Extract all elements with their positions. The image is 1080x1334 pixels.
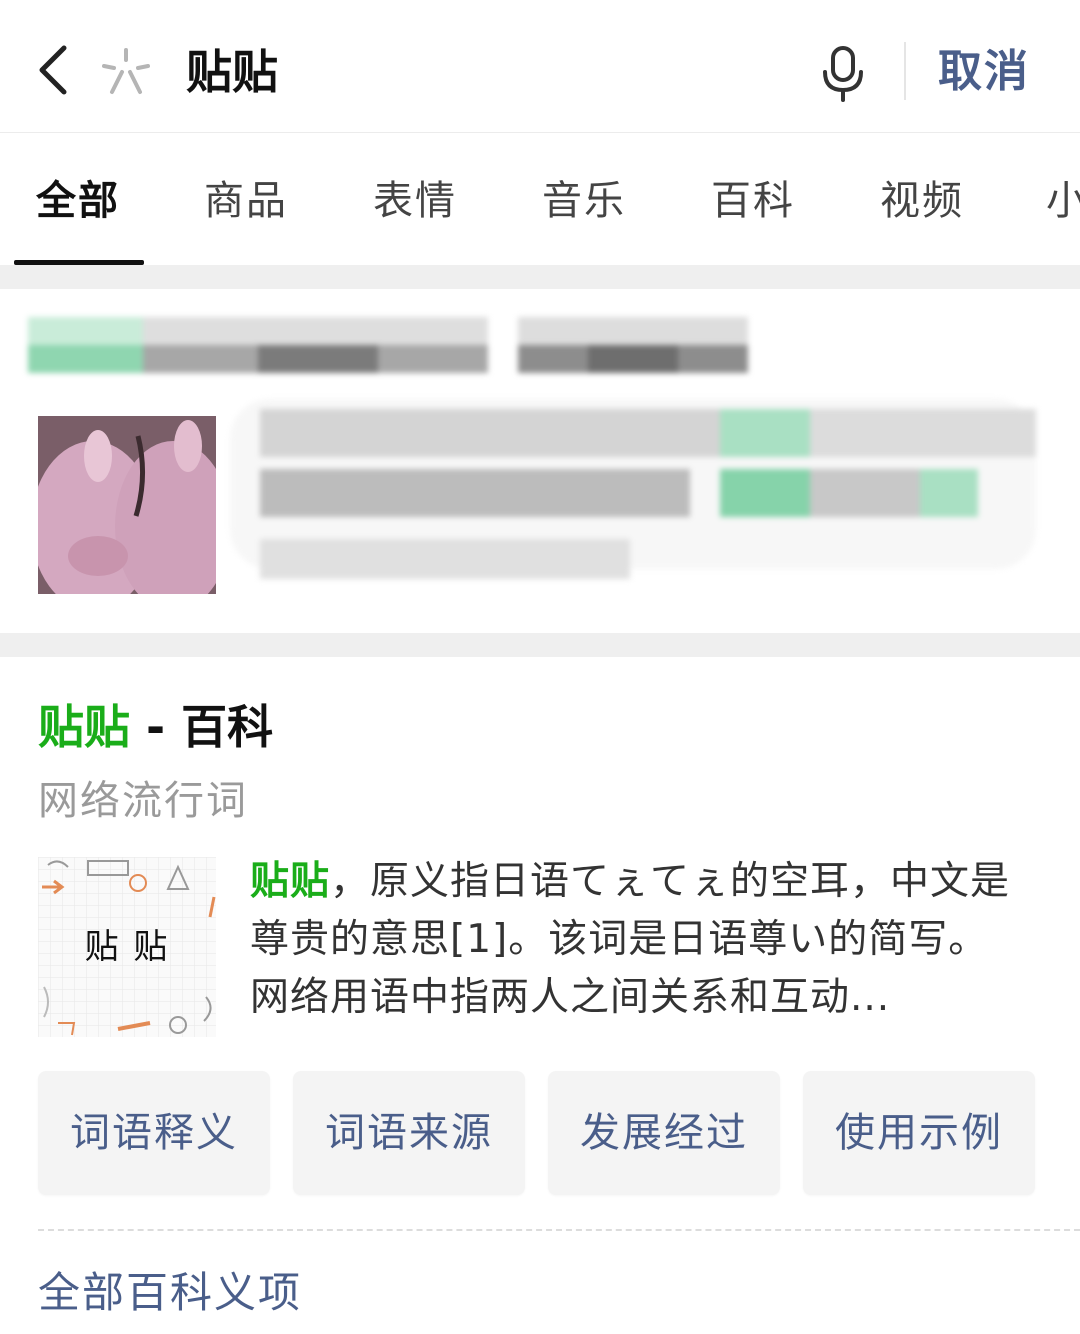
thumbnail-label: 贴 贴 [84,927,170,967]
blurred-result-card[interactable] [0,289,1080,633]
encyclopedia-subtitle: 网络流行词 [38,778,248,824]
chip-origin[interactable]: 词语来源 [293,1071,525,1195]
title-suffix: - 百科 [130,700,274,754]
microphone-icon[interactable] [820,44,866,102]
chip-definition[interactable]: 词语释义 [38,1071,270,1195]
divider [904,42,906,100]
encyclopedia-title[interactable]: 贴贴 - 百科 [38,697,273,757]
search-query[interactable]: 贴贴 [186,40,278,104]
encyclopedia-thumbnail: 贴 贴 [38,857,216,1037]
search-logo-icon [100,46,152,98]
tab-music[interactable]: 音乐 [542,173,626,229]
all-encyclopedia-items-link[interactable]: 全部百科义项 [38,1263,302,1323]
result-thumbnail [38,416,216,594]
tab-encyclopedia[interactable]: 百科 [711,173,795,229]
description-keyword: 贴贴 [250,859,331,904]
title-keyword: 贴贴 [38,700,130,754]
blurred-title [28,317,748,377]
cancel-button[interactable]: 取消 [938,40,1030,104]
encyclopedia-card[interactable]: 贴贴 - 百科 网络流行词 贴 贴 贴贴，原义指日语てぇてぇ的空耳，中文是尊贵的… [0,657,1080,1334]
tab-bar: 全部 商品 表情 音乐 百科 视频 小 [0,133,1080,265]
section-gap [0,633,1080,657]
tab-products[interactable]: 商品 [204,173,288,229]
encyclopedia-description: 贴贴，原义指日语てぇてぇ的空耳，中文是尊贵的意思[1]。该词是日语尊い的简写。 … [250,853,1040,1027]
back-icon[interactable] [30,40,78,100]
tab-stickers[interactable]: 表情 [373,173,457,229]
section-gap [0,265,1080,289]
dashed-divider [38,1229,1080,1231]
search-bar: 贴贴 取消 [0,0,1080,133]
chip-usage-examples[interactable]: 使用示例 [803,1071,1035,1195]
tab-videos[interactable]: 视频 [880,173,964,229]
chip-history[interactable]: 发展经过 [548,1071,780,1195]
description-text: ，原义指日语てぇてぇ的空耳，中文是尊贵的意思[1]。该词是日语尊い的简写。 网络… [250,859,1011,1020]
tab-mini-programs[interactable]: 小 [1046,173,1080,229]
tab-all[interactable]: 全部 [36,173,120,229]
blurred-description [230,399,1036,589]
